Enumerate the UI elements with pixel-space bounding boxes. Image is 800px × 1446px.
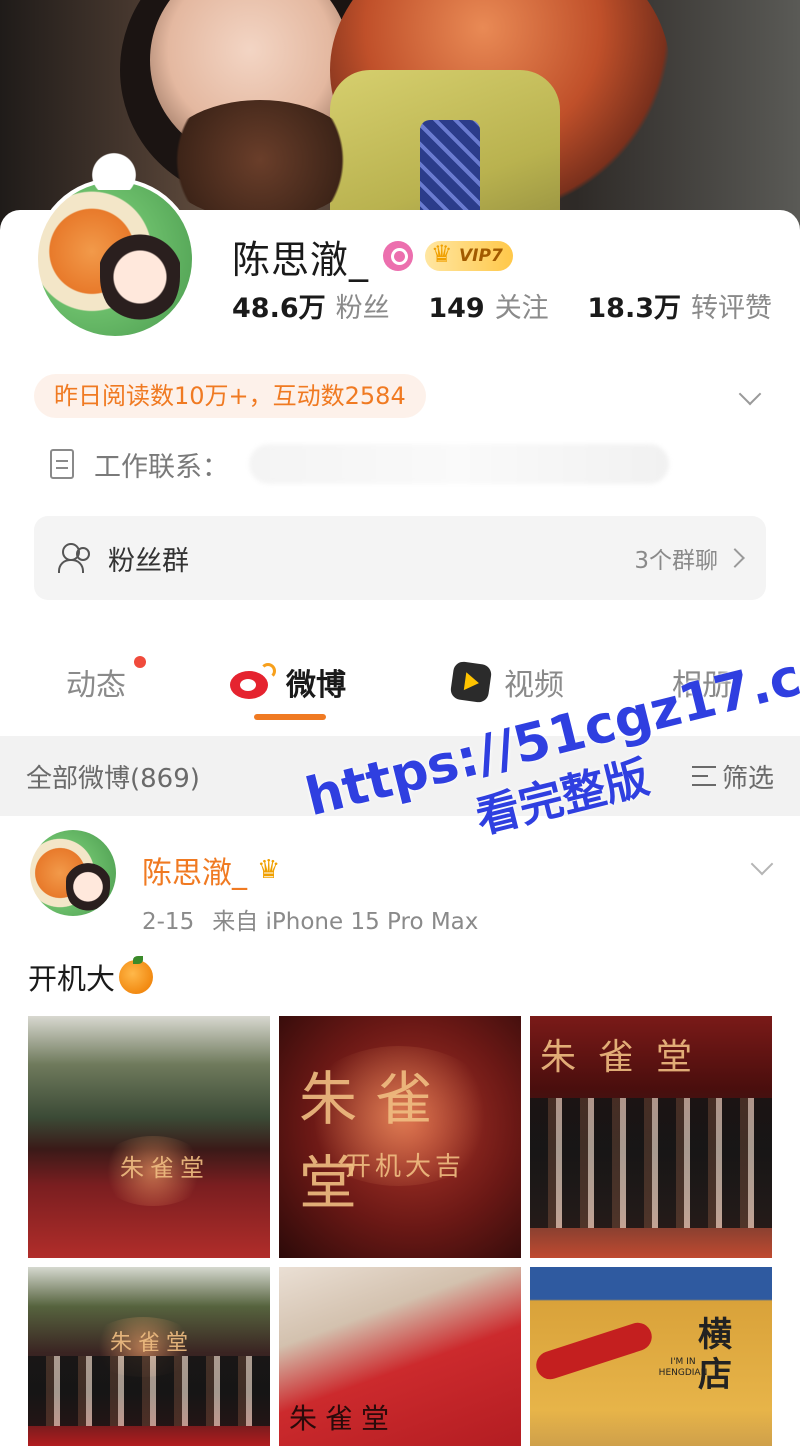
notification-dot xyxy=(134,656,146,668)
profile-tabs: 动态 微博 视频 相册 xyxy=(0,648,800,724)
feed-filter-bar: 全部微博(869) 筛选 xyxy=(0,736,800,816)
photo-2-title: 朱雀堂 xyxy=(299,1065,452,1217)
people-icon xyxy=(58,543,94,573)
profile-avatar[interactable] xyxy=(34,178,196,340)
cover-paw xyxy=(160,100,360,220)
stat-followers-value: 48.6万 xyxy=(232,293,326,324)
video-play-icon xyxy=(449,660,493,704)
tab-weibo[interactable]: 微博 xyxy=(230,660,346,704)
post-photo-1[interactable]: 朱雀堂 xyxy=(28,1016,270,1258)
tangerine-emoji-icon xyxy=(119,956,154,994)
stat-following-label: 关注 xyxy=(494,293,549,324)
tab-album[interactable]: 相册 xyxy=(672,660,732,704)
document-icon xyxy=(50,449,74,479)
photo-1-title: 朱雀堂 xyxy=(120,1154,210,1182)
stat-following[interactable]: 149 关注 xyxy=(428,286,548,325)
avatar-bunny-hat xyxy=(74,140,154,190)
post-date: 2-15 xyxy=(142,909,195,935)
post-text-body: 开机大 xyxy=(28,962,116,996)
tab-video-label: 视频 xyxy=(504,668,564,703)
read-summary-badge[interactable]: 昨日阅读数10万+，互动数2584 xyxy=(34,374,426,418)
photo-2-subtitle: 开机大吉 xyxy=(345,1152,466,1182)
stat-interactions[interactable]: 18.3万 转评赞 xyxy=(587,286,772,325)
vip-badge[interactable]: VIP7 xyxy=(425,239,513,271)
post-photo-4[interactable]: 朱雀堂 xyxy=(28,1267,270,1446)
work-contact-row: 工作联系： xyxy=(50,442,669,486)
crown-icon: ♛ xyxy=(257,855,281,885)
fan-group-count: 3个群聊 xyxy=(634,548,718,574)
active-tab-indicator xyxy=(254,714,326,720)
chevron-right-icon xyxy=(725,548,745,568)
weibo-logo-icon xyxy=(230,663,276,699)
filter-icon xyxy=(691,766,716,786)
photo-4-group xyxy=(28,1356,270,1426)
profile-stats: 48.6万 粉丝 149 关注 18.3万 转评赞 xyxy=(232,286,772,325)
post-photo-6[interactable]: I'M IN HENGDIAN 横店 xyxy=(530,1267,772,1446)
post-author[interactable]: 陈思澈_ ♛ xyxy=(142,848,280,892)
stat-interactions-value: 18.3万 xyxy=(587,293,681,324)
fan-group-button[interactable]: 粉丝群 3个群聊 xyxy=(34,516,766,600)
photo-3-group xyxy=(530,1098,772,1228)
search-badge-icon[interactable] xyxy=(383,241,414,271)
fan-group-label: 粉丝群 xyxy=(108,545,189,577)
stat-interactions-label: 转评赞 xyxy=(691,293,772,324)
contact-label: 工作联系： xyxy=(94,451,229,483)
photo-6-firecracker xyxy=(532,1319,656,1383)
post-count-label: 全部微博(869) xyxy=(26,763,200,794)
photo-5-title: 朱雀堂 xyxy=(289,1402,398,1435)
photo-4-title: 朱雀堂 xyxy=(110,1331,195,1356)
photo-3-title: 朱雀堂 xyxy=(540,1037,715,1078)
stat-followers-label: 粉丝 xyxy=(335,293,390,324)
photo-6-sign: 横店 xyxy=(698,1315,732,1395)
post-source: 来自 iPhone 15 Pro Max xyxy=(212,909,479,935)
post-text: 开机大 xyxy=(28,956,154,998)
tab-video[interactable]: 视频 xyxy=(449,660,564,704)
post-photo-2[interactable]: 朱雀堂 开机大吉 xyxy=(279,1016,521,1258)
tab-album-label: 相册 xyxy=(672,668,732,703)
filter-button[interactable]: 筛选 xyxy=(691,758,774,795)
profile-name: 陈思澈_ xyxy=(232,237,370,282)
chevron-down-icon[interactable] xyxy=(738,386,760,408)
contact-value-blurred xyxy=(249,444,669,484)
profile-name-row: 陈思澈_ VIP7 xyxy=(232,228,513,284)
filter-label: 筛选 xyxy=(721,763,774,794)
post-options-icon[interactable] xyxy=(750,856,772,878)
tab-dynamics[interactable]: 动态 xyxy=(66,660,126,704)
tab-dynamics-label: 动态 xyxy=(66,668,126,703)
post-photo-5[interactable]: 朱雀堂 xyxy=(279,1267,521,1446)
stat-following-value: 149 xyxy=(428,293,485,324)
post-photo-3[interactable]: 朱雀堂 xyxy=(530,1016,772,1258)
tab-weibo-label: 微博 xyxy=(286,668,346,703)
post-author-name: 陈思澈_ xyxy=(142,856,247,891)
post-meta: 2-15 来自 iPhone 15 Pro Max xyxy=(142,902,478,936)
post-author-avatar[interactable] xyxy=(30,830,116,916)
stat-followers[interactable]: 48.6万 粉丝 xyxy=(232,286,390,325)
